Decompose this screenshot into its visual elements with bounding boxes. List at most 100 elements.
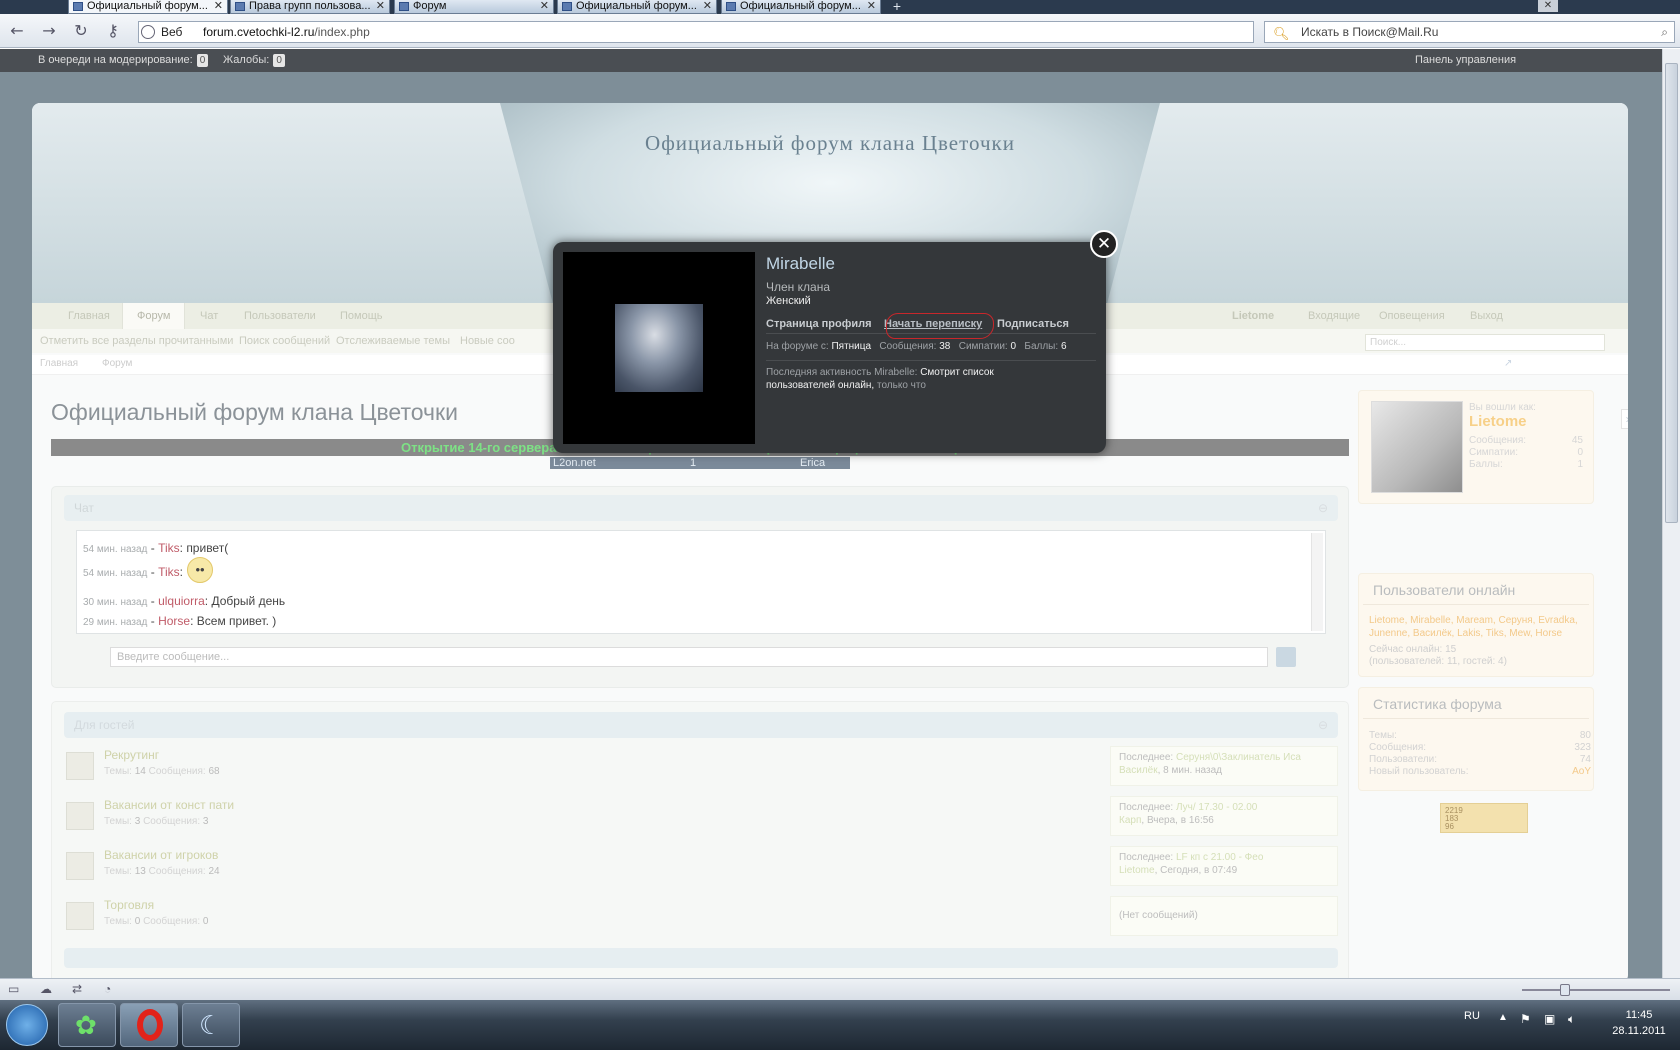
opera-taskbar-button[interactable] (120, 1003, 178, 1047)
sidebar-username[interactable]: Lietome (1469, 413, 1527, 430)
logout-link[interactable]: Выход (1470, 303, 1503, 329)
cloud-icon[interactable]: ☁ (40, 982, 52, 996)
url-text: forum.cvetochki-l2.ru/index.php (203, 22, 370, 42)
start-button[interactable] (6, 1004, 48, 1046)
forum-title[interactable]: Торговля (104, 898, 154, 912)
forum-stat: Темы: 80 (1369, 730, 1591, 741)
icq-taskbar-button[interactable]: ✿ (58, 1003, 116, 1047)
tab-chat[interactable]: Чат (200, 303, 218, 329)
forum-title[interactable]: Рекрутинг (104, 748, 159, 762)
new-posts-link[interactable]: Новые соо (460, 329, 515, 353)
panel-icon[interactable]: ▭ (8, 982, 19, 996)
category-header[interactable]: Для гостей ⊖ (64, 712, 1338, 738)
chat-send-button[interactable] (1276, 647, 1296, 667)
member-avatar[interactable] (563, 252, 755, 444)
search-engine-field[interactable]: 🔍︎ Искать в Поиск@Mail.Ru ⌕ (1264, 21, 1675, 43)
scrollbar-thumb[interactable] (1665, 63, 1678, 523)
last-post[interactable]: Последнее: Луч/ 17.30 - 02.00 Карп, Вчера… (1110, 796, 1338, 836)
mark-read-link[interactable]: Отметить все разделы прочитанными (40, 329, 233, 353)
tab-forum-1[interactable]: Официальный форум... ✕ (68, 0, 228, 14)
queue-count-badge: 0 (196, 54, 209, 67)
address-bar[interactable]: Веб forum.cvetochki-l2.ru/index.php (138, 21, 1254, 43)
alerts-link[interactable]: Оповещения (1379, 303, 1445, 329)
forum-search-input[interactable]: Поиск... (1365, 334, 1605, 351)
chat-message-input[interactable]: Введите сообщение... (110, 647, 1268, 667)
forum-title[interactable]: Вакансии от игроков (104, 848, 218, 862)
follow-link[interactable]: Подписаться (997, 318, 1069, 330)
flag-icon[interactable]: ⚑ (1520, 1012, 1531, 1026)
chat-username[interactable]: Tiks (158, 565, 180, 579)
search-icon[interactable]: ⌕ (1661, 22, 1668, 42)
forward-icon[interactable]: → (40, 22, 58, 40)
zoom-handle[interactable] (1560, 984, 1570, 996)
close-icon[interactable]: ✕ (1090, 230, 1118, 258)
browser-tab-bar: Официальный форум... ✕ Права групп пользо… (0, 0, 1680, 14)
zoom-slider[interactable] (1522, 989, 1670, 991)
new-tab-icon[interactable]: + (886, 0, 908, 14)
chat-message: 29 мин. назад - Horse: Всем привет. ) (83, 614, 277, 628)
banner-title: Официальный форум клана Цветочки (645, 131, 1015, 155)
close-tab-icon[interactable]: ✕ (867, 0, 876, 12)
key-icon[interactable]: ⚷ (104, 22, 122, 40)
expand-icon[interactable]: ↗ (1504, 358, 1512, 369)
tab-home[interactable]: Главная (68, 303, 110, 329)
user-menu[interactable]: Lietome (1232, 303, 1274, 329)
forum-title[interactable]: Вакансии от конст пати (104, 798, 234, 812)
forum-container: Официальный форум клана Цветочки Главная… (32, 103, 1628, 978)
tab-forum-2[interactable]: Форум ✕ (394, 0, 554, 14)
collapse-icon[interactable]: ⊖ (1318, 495, 1328, 521)
tab-group-rights[interactable]: Права групп пользова... ✕ (230, 0, 390, 14)
close-tab-icon[interactable]: ✕ (376, 0, 385, 12)
network-icon[interactable]: ▣ (1544, 1012, 1555, 1026)
server-status-bar[interactable]: L2on.net 1 Erica (550, 457, 850, 469)
tab-help[interactable]: Помощь (340, 303, 383, 329)
volume-icon[interactable]: 🔈︎ (1568, 1012, 1575, 1027)
avatar[interactable] (1371, 401, 1463, 493)
member-card-popup: ✕ Mirabelle Член клана Женский Страница … (553, 230, 1118, 453)
page-scrollbar[interactable] (1662, 49, 1680, 978)
language-indicator[interactable]: RU (1464, 1010, 1480, 1022)
chat-username[interactable]: Tiks (158, 541, 180, 555)
system-clock[interactable]: 11:45 28.11.2011 (1604, 1007, 1674, 1039)
profile-page-link[interactable]: Страница профиля (766, 318, 872, 330)
last-post[interactable]: Последнее: LF кп с 21.00 - Фео Lietome, С… (1110, 846, 1338, 886)
online-users-list[interactable]: Lietome, Mirabelle, Maream, Серуня, Evra… (1369, 614, 1591, 640)
share-icon[interactable]: ⇄ (72, 982, 82, 996)
last-post[interactable]: Последнее: Серуня\0\Заклинатель Иса Васил… (1110, 746, 1338, 786)
tab-forum-4[interactable]: Официальный форум... ✕ (721, 0, 881, 14)
moderation-queue[interactable]: В очереди на модерирование: 0 (38, 49, 209, 72)
tab-users[interactable]: Пользователи (244, 303, 316, 329)
favicon-icon (726, 2, 736, 11)
reload-icon[interactable]: ↻ (72, 22, 90, 40)
tab-forum[interactable]: Форум (122, 303, 186, 329)
server-number: 1 (690, 457, 697, 469)
speed-icon[interactable]: ◔ (104, 982, 111, 996)
category-header[interactable] (64, 948, 1338, 968)
app-taskbar-button[interactable]: ☾ (182, 1003, 240, 1047)
admin-panel-link[interactable]: Панель управления (1415, 49, 1516, 72)
search-posts-link[interactable]: Поиск сообщений (239, 329, 330, 353)
chat-messages[interactable]: 54 мин. назад - Tiks: привет( 54 мин. на… (76, 530, 1326, 634)
sidebar-toggle-icon[interactable]: » (1621, 409, 1628, 429)
close-tab-icon[interactable]: ✕ (703, 0, 712, 12)
tab-forum-3[interactable]: Официальный форум... ✕ (557, 0, 717, 14)
member-name[interactable]: Mirabelle (766, 254, 835, 274)
watched-threads-link[interactable]: Отслеживаемые темы (336, 329, 450, 353)
breadcrumb-home[interactable]: Главная (40, 358, 78, 369)
collapse-icon[interactable]: ⊖ (1318, 712, 1328, 738)
chat-username[interactable]: Horse (158, 614, 190, 628)
complaints-link[interactable]: Жалобы: 0 (223, 49, 285, 72)
close-tab-icon[interactable]: ✕ (214, 0, 223, 12)
visitor-counter[interactable]: 2219 183 96 (1440, 803, 1528, 833)
close-tab-icon[interactable]: ✕ (540, 0, 549, 12)
chat-scrollbar[interactable] (1311, 533, 1323, 631)
search-engine-icon[interactable]: 🔍︎ (1273, 24, 1290, 44)
window-close-icon[interactable]: ✕ (1538, 0, 1558, 12)
breadcrumb-forum[interactable]: Форум (102, 358, 132, 369)
forum-stats: Темы: 0 Сообщения: 0 (104, 916, 209, 927)
chat-username[interactable]: ulquiorra (158, 594, 205, 608)
back-icon[interactable]: ← (8, 22, 26, 40)
tray-arrow-icon[interactable]: ▲ (1498, 1012, 1508, 1023)
member-activity: Последняя активность Mirabelle: Смотрит … (766, 367, 994, 391)
inbox-link[interactable]: Входящие (1308, 303, 1360, 329)
